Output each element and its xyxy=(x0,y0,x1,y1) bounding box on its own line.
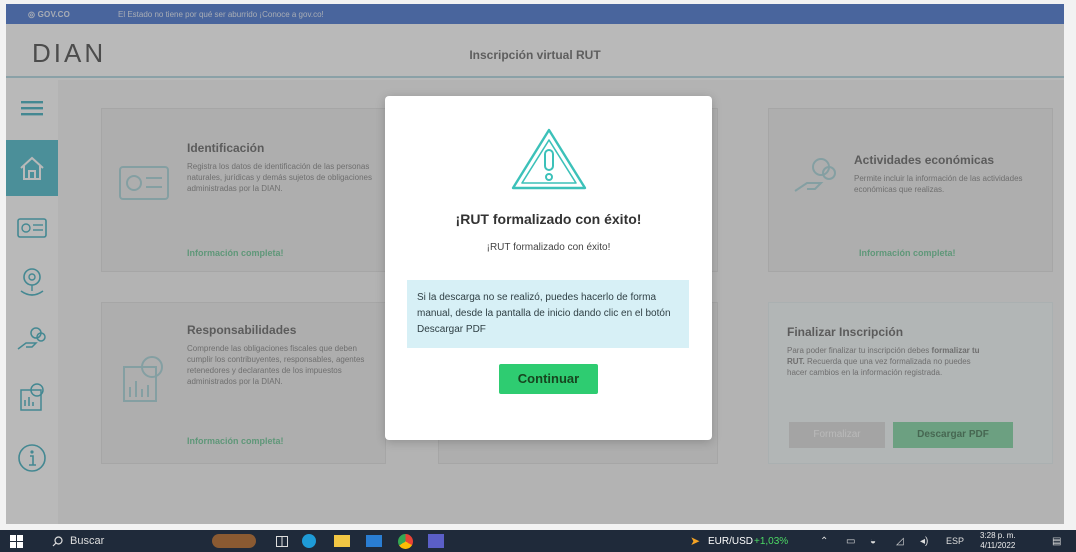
wifi-icon[interactable]: ◿ xyxy=(896,530,904,552)
windows-start-icon[interactable] xyxy=(10,530,23,552)
success-modal: ¡RUT formalizado con éxito! ¡RUT formali… xyxy=(385,96,712,440)
windows-taskbar: Buscar ➤ EUR/USD +1,03% ⌃ ▭ ◒ ◿ ◂) ESP 3… xyxy=(0,530,1076,552)
clock[interactable]: 3:28 p. m. 4/11/2022 xyxy=(980,530,1016,552)
file-explorer-icon[interactable] xyxy=(334,530,350,552)
chrome-icon[interactable] xyxy=(398,530,413,552)
clock-time: 3:28 p. m. xyxy=(980,531,1016,540)
modal-title: ¡RUT formalizado con éxito! xyxy=(455,211,642,227)
taskbar-search-box[interactable]: Buscar xyxy=(70,530,104,552)
clock-date: 4/11/2022 xyxy=(980,541,1016,550)
network-icon[interactable]: ◒ xyxy=(870,530,876,552)
screen: ◎ GOV.CO El Estado no tiene por qué ser … xyxy=(0,0,1076,552)
modal-subtitle: ¡RUT formalizado con éxito! xyxy=(486,242,611,253)
edge-icon[interactable] xyxy=(302,530,316,552)
ticker-change[interactable]: +1,03% xyxy=(754,530,788,552)
continue-button[interactable]: Continuar xyxy=(499,364,598,394)
mail-icon[interactable] xyxy=(366,530,382,552)
volume-icon[interactable]: ◂) xyxy=(920,530,928,552)
show-hidden-icons-icon[interactable]: ⌃ xyxy=(820,530,828,552)
language-indicator[interactable]: ESP xyxy=(946,530,964,552)
notifications-icon[interactable]: ▤ xyxy=(1052,530,1061,552)
bull-widget-icon[interactable] xyxy=(212,530,256,552)
warning-triangle-icon xyxy=(511,128,587,190)
ticker-arrow-icon: ➤ xyxy=(690,534,701,548)
taskbar-search-icon[interactable] xyxy=(52,530,63,552)
battery-icon[interactable]: ▭ xyxy=(846,530,855,552)
ticker-name[interactable]: EUR/USD xyxy=(708,530,753,552)
download-info-box: Si la descarga no se realizó, puedes hac… xyxy=(407,280,689,348)
teams-icon[interactable] xyxy=(428,530,444,552)
task-view-icon[interactable] xyxy=(276,530,288,552)
